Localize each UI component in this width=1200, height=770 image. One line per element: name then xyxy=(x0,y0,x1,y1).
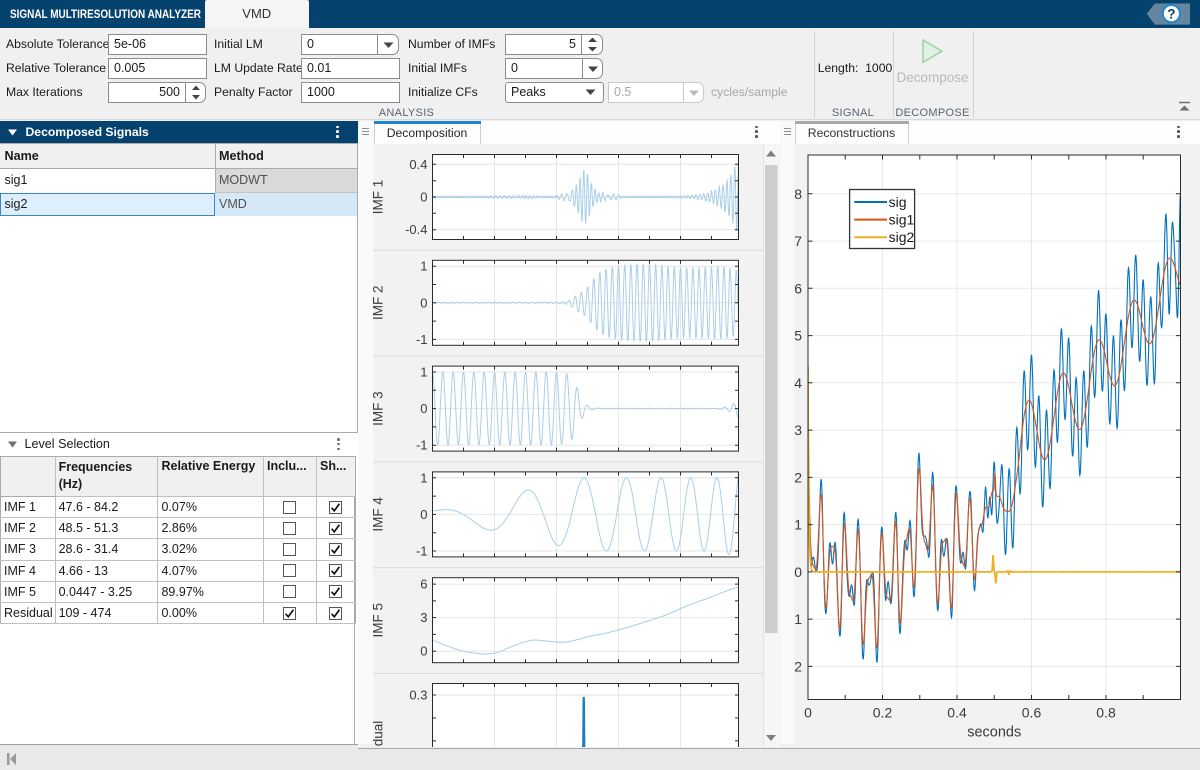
svg-text:IMF 5: IMF 5 xyxy=(373,602,386,637)
svg-text:0: 0 xyxy=(420,295,427,310)
svg-text:0: 0 xyxy=(420,401,427,416)
svg-text:-1: -1 xyxy=(416,437,428,452)
svg-text:-2: -2 xyxy=(794,658,802,674)
svg-text:0: 0 xyxy=(420,506,427,521)
svg-text:sig: sig xyxy=(889,193,907,209)
svg-text:0.4: 0.4 xyxy=(947,704,967,720)
svg-text:4: 4 xyxy=(794,374,802,390)
svg-text:-1: -1 xyxy=(416,331,428,346)
svg-text:IMF 1: IMF 1 xyxy=(373,179,386,214)
svg-text:Residual: Residual xyxy=(373,720,386,747)
svg-text:3: 3 xyxy=(420,610,427,625)
svg-text:7: 7 xyxy=(794,233,802,249)
svg-text:IMF 4: IMF 4 xyxy=(373,496,386,531)
svg-text:-1: -1 xyxy=(794,611,802,627)
svg-text:IMF 2: IMF 2 xyxy=(373,285,386,320)
svg-text:0.3: 0.3 xyxy=(409,687,427,702)
svg-text:IMF 3: IMF 3 xyxy=(373,391,386,426)
svg-text:0.8: 0.8 xyxy=(1096,704,1116,720)
svg-text:-1: -1 xyxy=(416,543,428,558)
svg-text:0.4: 0.4 xyxy=(409,156,427,171)
svg-text:6: 6 xyxy=(794,280,802,296)
svg-text:0.6: 0.6 xyxy=(1022,704,1042,720)
svg-text:1: 1 xyxy=(420,258,427,273)
svg-text:?: ? xyxy=(1167,6,1175,21)
svg-text:0: 0 xyxy=(794,563,802,579)
svg-text:1: 1 xyxy=(420,364,427,379)
svg-text:0.2: 0.2 xyxy=(873,704,893,720)
svg-text:8: 8 xyxy=(794,185,802,201)
svg-text:5: 5 xyxy=(794,327,802,343)
svg-text:sig1: sig1 xyxy=(889,211,915,227)
svg-text:6: 6 xyxy=(420,576,427,591)
svg-text:0: 0 xyxy=(420,189,427,204)
svg-text:0: 0 xyxy=(804,704,812,720)
svg-text:3: 3 xyxy=(794,422,802,438)
svg-text:-0.4: -0.4 xyxy=(405,222,427,237)
svg-text:2: 2 xyxy=(794,469,802,485)
svg-text:1: 1 xyxy=(420,470,427,485)
svg-text:0: 0 xyxy=(420,643,427,658)
svg-text:seconds: seconds xyxy=(967,724,1021,740)
svg-text:sig2: sig2 xyxy=(889,229,915,245)
svg-text:1: 1 xyxy=(794,516,802,532)
